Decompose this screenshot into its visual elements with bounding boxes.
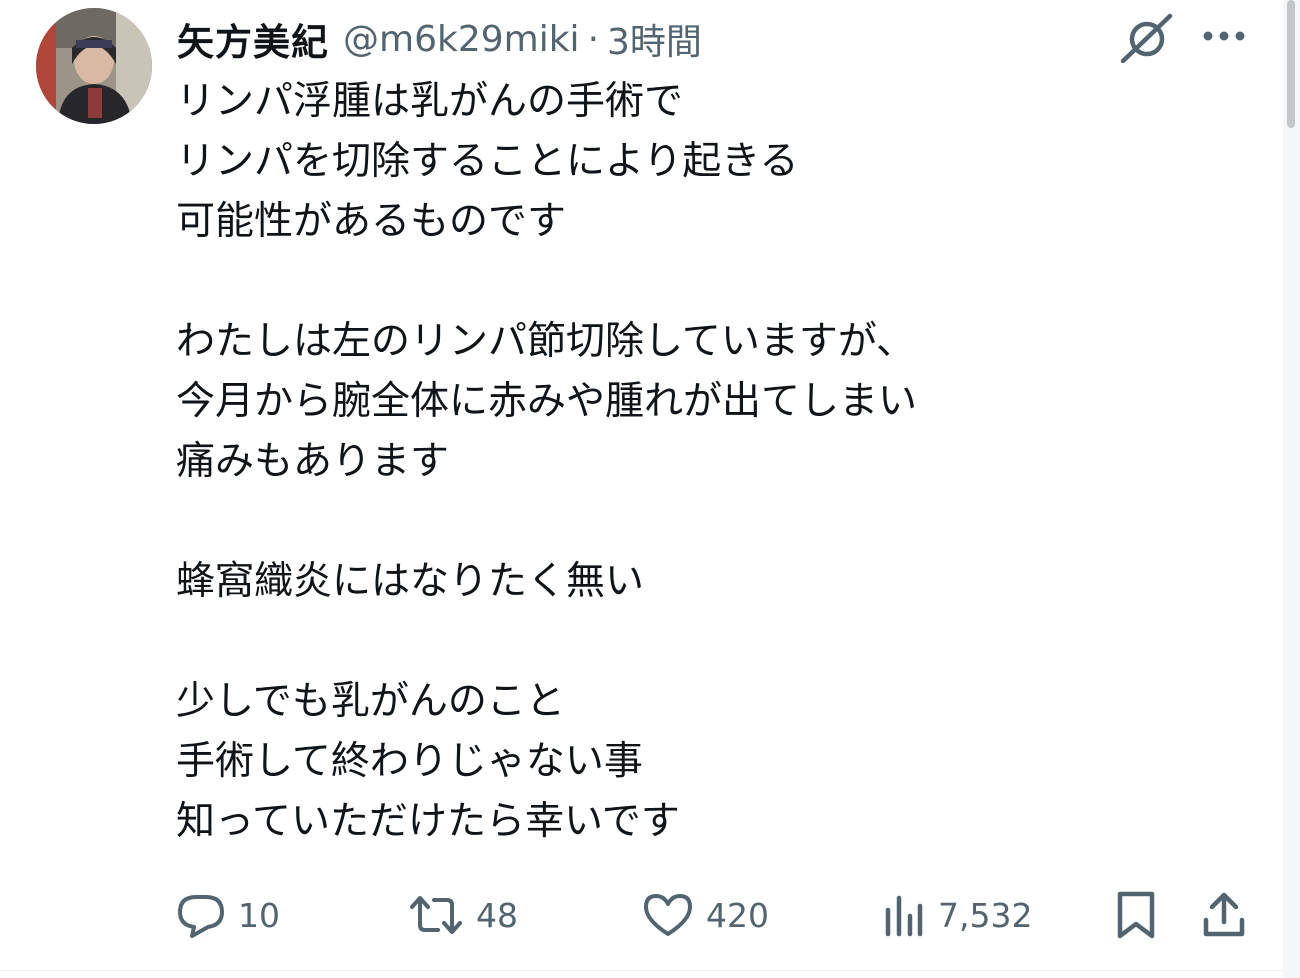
tweet-text-line: わたしは左のリンパ節切除していますが、 [176, 319, 916, 364]
views-button[interactable]: 7,532 [880, 882, 1032, 948]
like-count: 420 [706, 895, 769, 935]
scrollbar[interactable] [1283, 0, 1300, 978]
more-icon [1203, 31, 1245, 41]
reply-button[interactable]: 10 [176, 882, 280, 948]
tweet: 矢方美紀 @m6k29miki · 3時間 リンパ浮腫は乳がんの手術で リンパを… [0, 0, 1300, 978]
tweet-text-blank-line [176, 492, 1256, 552]
views-icon [885, 895, 923, 937]
divider [0, 970, 1283, 971]
timestamp[interactable]: 3時間 [607, 13, 702, 65]
grok-icon [1120, 13, 1173, 63]
retweet-button[interactable]: 48 [408, 882, 518, 948]
tweet-text-line: リンパを切除することにより起きる [176, 139, 799, 184]
display-name[interactable]: 矢方美紀 [177, 12, 329, 66]
tweet-text-line: 痛みもあります [176, 439, 450, 484]
tweet-text-line: 知っていただけたら幸いです [176, 799, 680, 844]
scrollbar-thumb[interactable] [1287, 0, 1295, 128]
user-handle[interactable]: @m6k29miki [343, 19, 580, 60]
more-button[interactable] [1196, 14, 1252, 58]
avatar-image [36, 8, 152, 124]
tweet-text-blank-line [176, 612, 1256, 672]
retweet-icon [410, 896, 462, 934]
reply-icon [178, 895, 224, 938]
tweet-text-line: 手術して終わりじゃない事 [176, 739, 643, 784]
avatar[interactable] [36, 8, 152, 124]
tweet-text-line: 今月から腕全体に赤みや腫れが出てしまい [176, 379, 918, 424]
retweet-count: 48 [476, 895, 518, 935]
tweet-text-line: リンパ浮腫は乳がんの手術で [176, 79, 684, 124]
bookmark-icon [1117, 891, 1155, 939]
tweet-text-blank-line [176, 252, 1256, 312]
share-icon [1203, 892, 1245, 937]
tweet-text-line: 少しでも乳がんのこと [176, 679, 565, 724]
tweet-text-line: 可能性があるものです [176, 199, 567, 244]
reply-count: 10 [238, 895, 280, 935]
tweet-text: リンパ浮腫は乳がんの手術で リンパを切除することにより起きる 可能性があるもので… [176, 72, 1256, 852]
tweet-text-line: 蜂窩織炎にはなりたく無い [176, 559, 645, 604]
action-bar: 10 48 420 7,532 [0, 882, 1300, 948]
bookmark-button[interactable] [1114, 882, 1158, 948]
like-button[interactable]: 420 [642, 882, 769, 948]
separator-dot: · [587, 18, 600, 60]
heart-icon [644, 894, 692, 936]
share-button[interactable] [1200, 882, 1248, 948]
tweet-header: 矢方美紀 @m6k29miki · 3時間 [177, 12, 702, 66]
views-count: 7,532 [938, 895, 1033, 935]
grok-button[interactable] [1118, 12, 1174, 64]
